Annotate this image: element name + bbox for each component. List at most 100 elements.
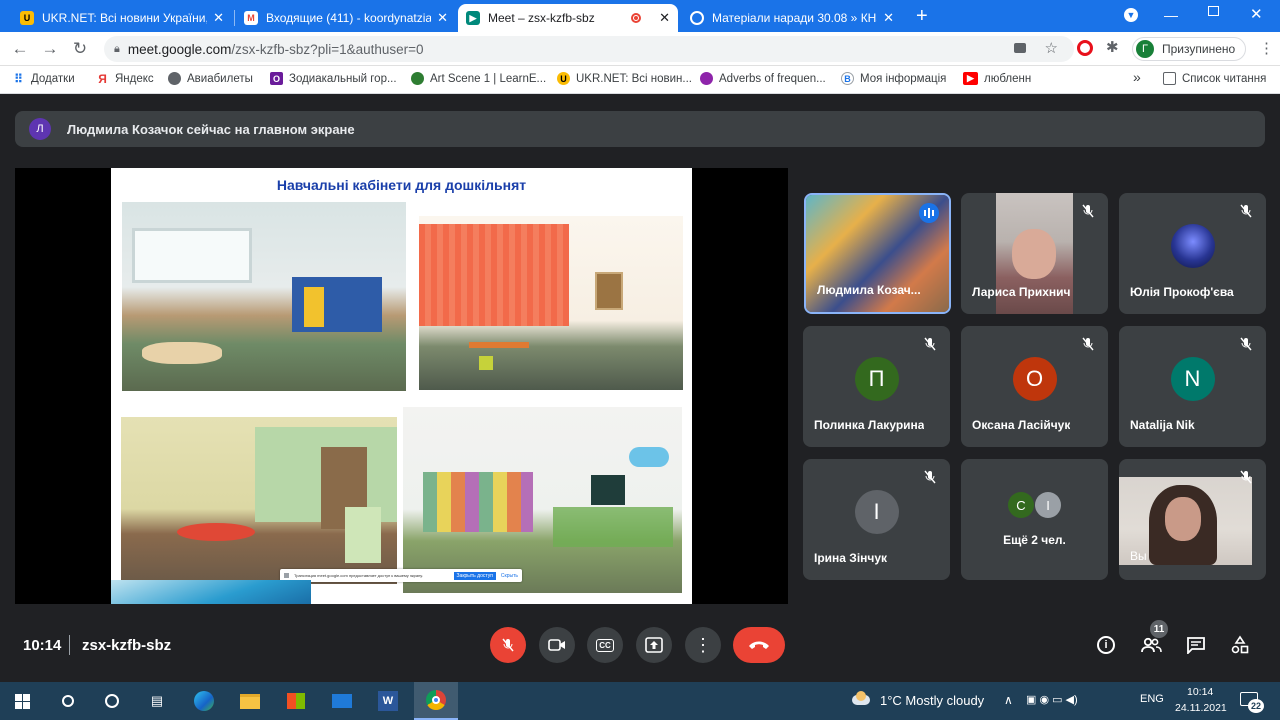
- more-participants-tile[interactable]: С І Ещё 2 чел.: [961, 459, 1108, 580]
- mic-off-icon: [502, 638, 514, 652]
- profile-button[interactable]: Г Призупинено: [1132, 37, 1247, 61]
- camera-indicator-icon[interactable]: [1014, 43, 1026, 53]
- people-icon: [1141, 637, 1162, 653]
- reload-icon[interactable]: ↻: [70, 39, 90, 59]
- notifications-button[interactable]: 22: [1240, 690, 1264, 713]
- close-tab-icon[interactable]: ✕: [883, 10, 894, 26]
- url-host: meet.google.com: [127, 41, 232, 57]
- search-button[interactable]: [54, 688, 82, 714]
- task-view-button[interactable]: ▤: [143, 688, 171, 714]
- bookmark-art-scene[interactable]: Art Scene 1 | LearnE...: [411, 72, 546, 85]
- chrome-app[interactable]: [414, 682, 458, 720]
- reading-list-label: Список читання: [1182, 72, 1267, 85]
- participant-tile[interactable]: Людмила Козач...: [804, 193, 951, 314]
- participant-tile[interactable]: N Natalija Nik: [1119, 326, 1266, 447]
- end-call-button[interactable]: [733, 627, 785, 663]
- share-notice-text: Трансляция meet.google.com предоставляет…: [294, 573, 424, 578]
- store-app[interactable]: [282, 688, 310, 714]
- participant-tile[interactable]: Лариса Прихнич: [961, 193, 1108, 314]
- meeting-details-button[interactable]: i: [1093, 632, 1119, 658]
- bookmark-my-info[interactable]: B Моя інформація: [841, 72, 946, 85]
- extensions-icon[interactable]: ✱: [1106, 38, 1119, 56]
- chat-icon: [1187, 637, 1205, 654]
- reading-list[interactable]: Список читання: [1163, 72, 1266, 85]
- participant-name: Лариса Прихнич: [972, 285, 1071, 299]
- participant-tile[interactable]: П Полинка Лакурина: [803, 326, 950, 447]
- maximize-icon[interactable]: [1208, 6, 1219, 16]
- mail-app[interactable]: [328, 688, 356, 714]
- language-indicator[interactable]: ENG: [1140, 693, 1164, 705]
- chat-button[interactable]: [1183, 632, 1209, 658]
- mic-off-icon: [1236, 334, 1256, 354]
- gmail-favicon-icon: M: [244, 11, 258, 25]
- captions-button[interactable]: CC: [587, 627, 623, 663]
- show-hidden-icons[interactable]: ∧: [1004, 693, 1013, 707]
- edge-app[interactable]: [190, 688, 218, 714]
- youtube-icon: ▶: [963, 72, 978, 85]
- mic-toggle-button[interactable]: [490, 627, 526, 663]
- info-icon: i: [1097, 636, 1115, 654]
- close-tab-icon[interactable]: ✕: [213, 10, 224, 26]
- bookmark-adverbs[interactable]: Adverbs of frequen...: [700, 72, 826, 85]
- bookmark-label: Яндекс: [115, 72, 154, 85]
- start-button[interactable]: [8, 688, 36, 714]
- hide-notice-button[interactable]: Скрыть: [501, 573, 518, 579]
- learn-site-icon: [411, 72, 424, 85]
- tab-search-icon[interactable]: ▼: [1124, 8, 1138, 22]
- screen-share-notice: Трансляция meet.google.com предоставляет…: [280, 569, 522, 582]
- ukrnet-favicon-icon: U: [20, 11, 34, 25]
- present-button[interactable]: [636, 627, 672, 663]
- tab-materials[interactable]: Матеріали наради 30.08 » КНЗ ✕: [682, 4, 902, 32]
- opera-extension-icon[interactable]: [1077, 40, 1093, 56]
- lock-icon: 🔒︎: [114, 42, 120, 55]
- classroom-photo-2: [419, 216, 683, 390]
- weather-widget[interactable]: 1°C Mostly cloudy: [880, 693, 984, 708]
- participant-name: Оксана Ласійчук: [972, 418, 1071, 432]
- new-tab-button[interactable]: +: [916, 5, 928, 28]
- people-button[interactable]: 11: [1138, 620, 1168, 658]
- stop-sharing-button[interactable]: Закрыть доступ: [453, 571, 496, 580]
- zodiac-site-icon: O: [270, 72, 283, 85]
- menu-icon[interactable]: ⋮: [1259, 39, 1274, 57]
- address-bar[interactable]: 🔒︎ meet.google.com/zsx-kzfb-sbz?pli=1&au…: [104, 36, 1074, 62]
- participant-avatar: [1170, 223, 1215, 268]
- globe-icon: [168, 72, 181, 85]
- tab-ukrnet[interactable]: U UKR.NET: Всі новини України, о ✕: [12, 4, 232, 32]
- cortana-button[interactable]: [98, 688, 126, 714]
- tab-gmail[interactable]: M Входящие (411) - koordynatzia@ ✕: [236, 4, 456, 32]
- bookmarks-more[interactable]: »: [1133, 69, 1141, 85]
- close-tab-icon[interactable]: ✕: [437, 10, 448, 26]
- bookmark-ukrnet[interactable]: U UKR.NET: Всі новин...: [557, 72, 692, 85]
- bookmark-yandex[interactable]: Я Яндекс: [96, 72, 154, 86]
- participant-tile[interactable]: І Ірина Зінчук: [803, 459, 950, 580]
- drag-handle-icon[interactable]: [284, 573, 289, 578]
- bookmark-apps[interactable]: ⠿ Додатки: [12, 72, 75, 86]
- bookmark-aviabilety[interactable]: Авиабилеты: [168, 72, 253, 85]
- tab-title: Meet – zsx-kzfb-sbz: [488, 11, 595, 25]
- participant-tile[interactable]: О Оксана Ласійчук: [961, 326, 1108, 447]
- more-options-button[interactable]: ⋮: [685, 627, 721, 663]
- bookmark-youtube[interactable]: ▶ любленн: [963, 72, 1031, 85]
- close-tab-icon[interactable]: ✕: [659, 10, 670, 26]
- participant-avatar: N: [1170, 356, 1215, 401]
- participant-name: Natalija Nik: [1130, 418, 1195, 432]
- activities-button[interactable]: [1227, 632, 1253, 658]
- minimize-icon[interactable]: —: [1164, 7, 1178, 23]
- participant-tile[interactable]: Юлія Прокоф'єва: [1119, 193, 1266, 314]
- taskbar-time[interactable]: 10:14: [1187, 686, 1213, 698]
- forward-icon[interactable]: →: [40, 39, 60, 59]
- taskbar-date[interactable]: 24.11.2021: [1175, 702, 1227, 714]
- word-app[interactable]: W: [374, 688, 402, 714]
- bookmark-star-icon[interactable]: ☆: [1045, 39, 1058, 57]
- tray-icons[interactable]: ▣ ◉ ▭ ◀): [1026, 693, 1078, 706]
- file-explorer-app[interactable]: [236, 688, 264, 714]
- back-icon[interactable]: ←: [10, 39, 30, 59]
- self-tile[interactable]: Вы: [1119, 459, 1266, 580]
- tab-meet[interactable]: ▶ Meet – zsx-kzfb-sbz ✕: [458, 4, 678, 32]
- participant-avatar: І: [1035, 492, 1061, 518]
- camera-toggle-button[interactable]: [539, 627, 575, 663]
- captions-icon: CC: [596, 638, 614, 652]
- bookmark-zodiac[interactable]: O Зодиакальный гор...: [270, 72, 397, 85]
- close-window-icon[interactable]: ✕: [1250, 5, 1263, 23]
- bookmark-label: Зодиакальный гор...: [289, 72, 397, 85]
